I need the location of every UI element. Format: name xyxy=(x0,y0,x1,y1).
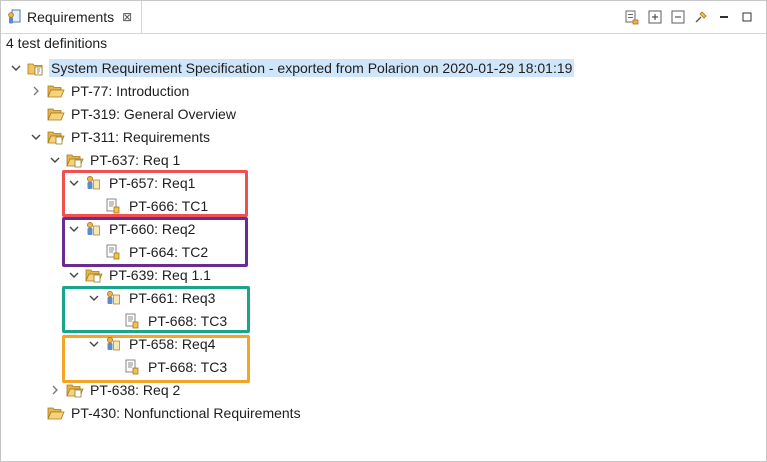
chevron-down-icon[interactable] xyxy=(67,268,81,282)
status-text: 4 test definitions xyxy=(6,35,108,51)
tree-node[interactable]: PT-668: TC3 xyxy=(106,310,229,332)
tree-node-label: PT-657: Req1 xyxy=(109,175,196,191)
tree-node[interactable]: PT-639: Req 1.1 xyxy=(67,264,213,286)
folder-warning-icon xyxy=(66,382,84,398)
tree-node-label: PT-77: Introduction xyxy=(71,83,190,99)
tree-node-label: PT-668: TC3 xyxy=(148,359,228,375)
tree-node-label: PT-638: Req 2 xyxy=(90,382,181,398)
chevron-down-icon[interactable] xyxy=(48,153,62,167)
tree-node[interactable]: PT-660: Req2 xyxy=(67,218,197,240)
chevron-right-icon[interactable] xyxy=(48,383,62,397)
chevron-down-icon[interactable] xyxy=(29,130,43,144)
chevron-down-icon[interactable] xyxy=(87,337,101,351)
test-case-icon xyxy=(124,359,142,375)
tree-node-label: PT-639: Req 1.1 xyxy=(109,267,211,283)
tree-node-root[interactable]: System Requirement Specification - expor… xyxy=(9,57,575,79)
tab-title: Requirements xyxy=(27,9,115,25)
tree-node-label: System Requirement Specification - expor… xyxy=(49,59,575,77)
requirement-icon xyxy=(105,336,123,352)
folder-open-icon xyxy=(47,106,65,122)
tree-node[interactable]: PT-664: TC2 xyxy=(87,241,210,263)
requirements-view: Requirements ⊠ 4 test definitions System… xyxy=(0,0,767,462)
tree-node[interactable]: PT-661: Req3 xyxy=(87,287,217,309)
chevron-right-icon[interactable] xyxy=(29,84,43,98)
tree-node-label: PT-660: Req2 xyxy=(109,221,196,237)
export-icon[interactable] xyxy=(623,8,641,26)
tree-node-label: PT-668: TC3 xyxy=(148,313,228,329)
tree-node[interactable]: PT-666: TC1 xyxy=(87,195,210,217)
requirement-icon xyxy=(85,221,103,237)
tree-node[interactable]: PT-311: Requirements xyxy=(29,126,212,148)
requirement-icon xyxy=(85,175,103,191)
tree-node[interactable]: PT-638: Req 2 xyxy=(48,379,182,401)
tree-node[interactable]: PT-319: General Overview xyxy=(29,103,238,125)
test-case-icon xyxy=(124,313,142,329)
tree-node-label: PT-661: Req3 xyxy=(129,290,216,306)
tree-node[interactable]: PT-657: Req1 xyxy=(67,172,197,194)
view-toolbar xyxy=(623,6,756,28)
tree-node-label: PT-664: TC2 xyxy=(129,244,209,260)
folder-open-icon xyxy=(47,405,65,421)
pin-icon[interactable] xyxy=(692,8,710,26)
tree-node-label: PT-658: Req4 xyxy=(129,336,216,352)
folder-warning-icon xyxy=(85,267,103,283)
tree-node-label: PT-666: TC1 xyxy=(129,198,209,214)
tree-node[interactable]: PT-637: Req 1 xyxy=(48,149,182,171)
expand-all-icon[interactable] xyxy=(646,8,664,26)
requirement-icon xyxy=(105,290,123,306)
folder-warning-icon xyxy=(47,129,65,145)
minimize-icon[interactable] xyxy=(715,8,733,26)
test-case-icon xyxy=(105,244,123,260)
collapse-all-icon[interactable] xyxy=(669,8,687,26)
chevron-down-icon[interactable] xyxy=(9,61,23,75)
folder-warning-icon xyxy=(27,60,45,76)
tree-node[interactable]: PT-77: Introduction xyxy=(29,80,191,102)
close-icon[interactable]: ⊠ xyxy=(122,10,132,24)
chevron-down-icon[interactable] xyxy=(67,222,81,236)
chevron-down-icon[interactable] xyxy=(87,291,101,305)
tab-requirements[interactable]: Requirements ⊠ xyxy=(1,1,142,33)
view-tabbar: Requirements ⊠ xyxy=(1,1,766,34)
requirements-view-icon xyxy=(7,9,21,25)
tree-node-label: PT-319: General Overview xyxy=(71,106,236,122)
tree-node[interactable]: PT-658: Req4 xyxy=(87,333,217,355)
chevron-down-icon[interactable] xyxy=(67,176,81,190)
tree-node[interactable]: PT-668: TC3 xyxy=(106,356,229,378)
maximize-icon[interactable] xyxy=(738,8,756,26)
test-case-icon xyxy=(105,198,123,214)
tree-node[interactable]: PT-430: Nonfunctional Requirements xyxy=(29,402,303,424)
tree-node-label: PT-637: Req 1 xyxy=(90,152,181,168)
tree-node-label: PT-430: Nonfunctional Requirements xyxy=(71,405,301,421)
folder-warning-icon xyxy=(66,152,84,168)
tree-node-label: PT-311: Requirements xyxy=(71,129,211,145)
folder-open-icon xyxy=(47,83,65,99)
